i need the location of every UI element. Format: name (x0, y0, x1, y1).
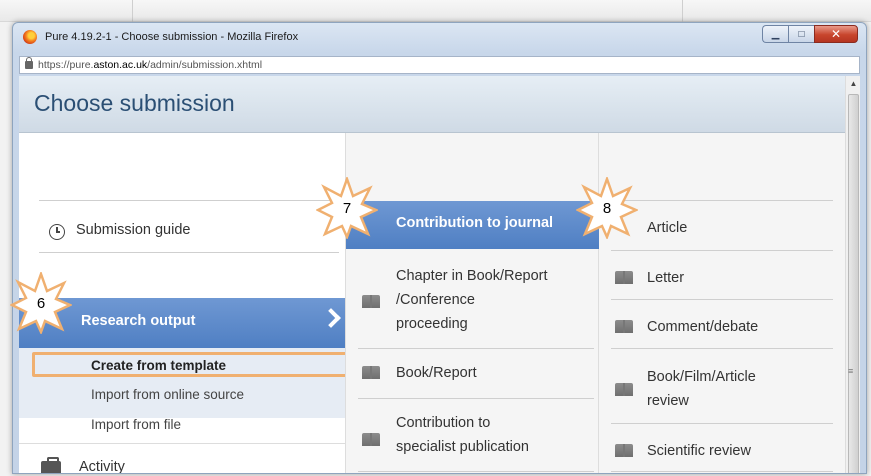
article-label: Article (647, 220, 688, 236)
callout-number: 8 (602, 199, 612, 217)
history-icon (49, 224, 65, 240)
firefox-icon (23, 30, 37, 44)
book-report-label: Book/Report (396, 365, 477, 381)
import-from-file-link[interactable]: Import from file (91, 417, 181, 432)
book-icon (615, 383, 633, 396)
book-icon (362, 366, 380, 379)
divider (611, 471, 833, 472)
highlight-box (32, 352, 352, 377)
type-column: Contribution to journal Chapter in Book/… (345, 133, 600, 473)
book-icon (615, 320, 633, 333)
divider (39, 252, 339, 253)
book-icon (362, 295, 380, 308)
divider (611, 423, 833, 424)
callout-number: 7 (342, 199, 352, 217)
callout-badge: 8 (576, 177, 638, 239)
comment-debate-label: Comment/debate (647, 319, 759, 335)
book-icon (615, 444, 633, 457)
url-domain: aston.ac.uk (93, 59, 148, 71)
divider (39, 200, 339, 201)
chevron-right-icon (321, 308, 341, 328)
callout-number: 6 (36, 294, 46, 312)
divider (611, 299, 833, 300)
briefcase-icon (41, 457, 61, 473)
browser-window: Pure 4.19.2-1 - Choose submission - Mozi… (12, 22, 867, 474)
lock-icon (25, 57, 33, 69)
book-icon (362, 433, 380, 446)
title-bar: Pure 4.19.2-1 - Choose submission - Mozi… (13, 23, 866, 53)
url-prefix: https://pure. (38, 59, 94, 71)
callout-badge: 6 (10, 272, 72, 334)
activity-item[interactable]: Activity (19, 443, 345, 474)
scientific-review-label: Scientific review (647, 443, 751, 459)
contribution-to-journal-label: Contribution to journal (396, 215, 554, 231)
window-controls: ▁ □ ✕ (762, 25, 858, 43)
background-window-strip (0, 0, 871, 22)
url-path: /admin/submission.xhtml (147, 59, 263, 71)
address-bar[interactable]: https://pure.aston.ac.uk/admin/submissio… (19, 56, 860, 74)
chapter-label-line2: /Conference (396, 292, 475, 308)
divider (611, 200, 833, 201)
specialist-label-line2: specialist publication (396, 439, 529, 455)
review-label-line1: Book/Film/Article (647, 369, 756, 385)
window-title: Pure 4.19.2-1 - Choose submission - Mozi… (45, 31, 299, 43)
background-divider (682, 0, 683, 22)
background-divider (132, 0, 133, 22)
contribution-to-journal-item[interactable]: Contribution to journal (346, 201, 600, 249)
import-online-source-link[interactable]: Import from online source (91, 387, 244, 402)
close-button[interactable]: ✕ (814, 25, 858, 43)
page-header: Choose submission (19, 76, 845, 133)
scroll-thumb[interactable] (848, 94, 859, 473)
divider (358, 348, 594, 349)
divider (358, 398, 594, 399)
scroll-up-arrow-icon[interactable]: ▲ (846, 76, 860, 92)
scroll-grip-icon: ≡ (848, 366, 854, 376)
page-title: Choose submission (34, 90, 235, 116)
minimize-button[interactable]: ▁ (762, 25, 788, 43)
book-icon (615, 271, 633, 284)
divider (611, 250, 833, 251)
divider (611, 348, 833, 349)
research-output-label: Research output (81, 313, 196, 329)
page-content: Choose submission Submission guide Resea… (19, 76, 860, 474)
review-label-line2: review (647, 393, 689, 409)
divider (358, 471, 594, 472)
specialist-label-line1: Contribution to (396, 415, 491, 431)
vertical-scrollbar[interactable]: ▲ ≡ (845, 76, 860, 473)
submission-guide-label: Submission guide (76, 222, 191, 238)
callout-badge: 7 (316, 177, 378, 239)
activity-label: Activity (79, 459, 125, 474)
chapter-label-line1: Chapter in Book/Report (396, 268, 548, 284)
letter-label: Letter (647, 270, 685, 286)
chapter-label-line3: proceeding (396, 316, 468, 332)
maximize-button[interactable]: □ (788, 25, 814, 43)
